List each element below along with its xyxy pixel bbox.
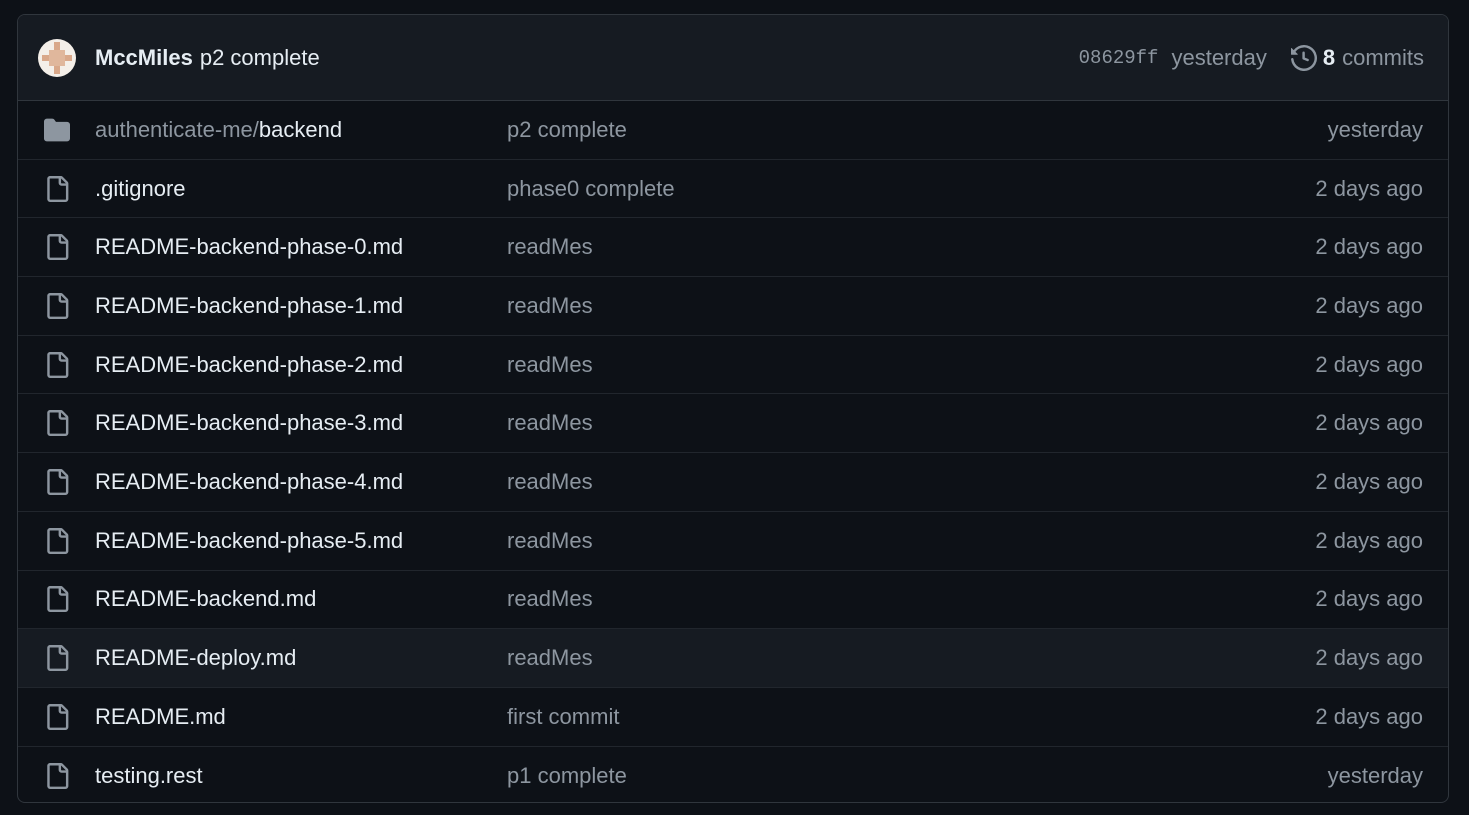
- file-name-link[interactable]: README.md: [95, 704, 507, 730]
- file-row[interactable]: .gitignore phase0 complete 2 days ago: [18, 160, 1448, 219]
- file-name: README-backend-phase-2.md: [95, 351, 404, 377]
- folder-name-link[interactable]: authenticate-me/backend: [95, 117, 507, 143]
- file-name-link[interactable]: README-deploy.md: [95, 645, 507, 671]
- commit-sha-link[interactable]: 08629ff: [1079, 47, 1159, 69]
- file-row[interactable]: README-backend-phase-5.md readMes 2 days a…: [18, 512, 1448, 571]
- file-row[interactable]: README-backend.md readMes 2 days ago: [18, 571, 1448, 630]
- file-name: README.md: [95, 703, 226, 729]
- file-commit-age: 2 days ago: [1315, 468, 1423, 494]
- file-icon: [44, 234, 70, 261]
- file-name: README-backend-phase-3.md: [95, 410, 404, 436]
- file-commit-message-link[interactable]: readMes: [507, 234, 593, 260]
- file-name: README-backend.md: [95, 586, 317, 612]
- file-icon: [44, 175, 70, 202]
- file-commit-age: yesterday: [1327, 762, 1423, 788]
- file-name: backend: [258, 116, 343, 142]
- file-icon: [44, 527, 70, 554]
- file-icon: [44, 410, 70, 437]
- file-list: authenticate-me/backend p2 complete yester…: [18, 101, 1448, 802]
- commit-message-link[interactable]: p2 complete: [200, 45, 320, 71]
- file-commit-message-link[interactable]: readMes: [507, 528, 593, 554]
- file-name-link[interactable]: README-backend-phase-4.md: [95, 469, 507, 495]
- file-name-link[interactable]: README-backend-phase-3.md: [95, 410, 507, 436]
- commit-author-link[interactable]: MccMiles: [95, 45, 193, 71]
- latest-commit-bar: MccMiles p2 complete 08629ff yesterday 8…: [18, 15, 1448, 101]
- file-commit-age: 2 days ago: [1315, 292, 1423, 318]
- file-row[interactable]: README-backend-phase-0.md readMes 2 days a…: [18, 218, 1448, 278]
- file-name: .gitignore: [95, 175, 186, 201]
- file-commit-age: 2 days ago: [1315, 527, 1423, 553]
- folder-path-prefix: authenticate-me/: [95, 116, 259, 142]
- file-commit-age: 2 days ago: [1315, 234, 1423, 260]
- file-commit-message-link[interactable]: readMes: [507, 293, 593, 319]
- file-commit-message-link[interactable]: readMes: [507, 469, 593, 495]
- file-commit-age: 2 days ago: [1315, 645, 1423, 671]
- file-commit-age: 2 days ago: [1315, 586, 1423, 612]
- file-row[interactable]: README.md first commit 2 days ago: [18, 688, 1448, 747]
- file-commit-message-link[interactable]: first commit: [507, 704, 619, 730]
- file-row[interactable]: README-backend-phase-1.md readMes 2 days a…: [18, 277, 1448, 336]
- file-commit-message-link[interactable]: phase0 complete: [507, 176, 675, 202]
- commit-time: yesterday: [1171, 44, 1267, 70]
- file-row[interactable]: testing.rest p1 complete yesterday: [18, 747, 1448, 802]
- file-name-link[interactable]: README-backend-phase-1.md: [95, 293, 507, 319]
- commit-count: 8: [1322, 44, 1336, 70]
- file-commit-age: 2 days ago: [1315, 703, 1423, 729]
- file-name-link[interactable]: testing.rest: [95, 763, 507, 789]
- file-row[interactable]: authenticate-me/backend p2 complete yester…: [18, 101, 1448, 160]
- file-browser: MccMiles p2 complete 08629ff yesterday 8…: [17, 14, 1449, 803]
- file-name-link[interactable]: .gitignore: [95, 176, 507, 202]
- file-row[interactable]: README-backend-phase-2.md readMes 2 days a…: [18, 336, 1448, 395]
- commit-history-link[interactable]: 8 commits: [1290, 44, 1424, 71]
- file-icon: [44, 703, 70, 730]
- file-icon: [44, 645, 70, 672]
- file-icon: [44, 351, 70, 378]
- file-commit-age: 2 days ago: [1315, 351, 1423, 377]
- file-name: testing.rest: [95, 762, 203, 788]
- file-name-link[interactable]: README-backend-phase-2.md: [95, 352, 507, 378]
- file-commit-age: yesterday: [1327, 116, 1423, 142]
- history-icon: [1290, 44, 1317, 71]
- file-name: README-backend-phase-0.md: [95, 234, 404, 260]
- file-name-link[interactable]: README-backend-phase-5.md: [95, 528, 507, 554]
- file-commit-message-link[interactable]: p2 complete: [507, 117, 627, 143]
- file-row[interactable]: README-backend-phase-3.md readMes 2 days a…: [18, 394, 1448, 454]
- file-name-link[interactable]: README-backend-phase-0.md: [95, 234, 507, 260]
- file-icon: [44, 468, 70, 495]
- commit-count-label: commits: [1342, 44, 1424, 70]
- file-row[interactable]: README-deploy.md readMes 2 days ago: [18, 629, 1448, 688]
- file-commit-message-link[interactable]: readMes: [507, 645, 593, 671]
- file-commit-message-link[interactable]: p1 complete: [507, 763, 627, 789]
- file-icon: [44, 586, 70, 613]
- file-row[interactable]: README-backend-phase-4.md readMes 2 days a…: [18, 453, 1448, 512]
- file-name-link[interactable]: README-backend.md: [95, 586, 507, 612]
- file-commit-age: 2 days ago: [1315, 410, 1423, 436]
- file-name: README-backend-phase-5.md: [95, 527, 404, 553]
- file-commit-message-link[interactable]: readMes: [507, 352, 593, 378]
- file-icon: [44, 292, 70, 319]
- file-name: README-backend-phase-1.md: [95, 292, 404, 318]
- file-name: README-deploy.md: [95, 645, 297, 671]
- file-commit-message-link[interactable]: readMes: [507, 410, 593, 436]
- file-commit-age: 2 days ago: [1315, 175, 1423, 201]
- author-avatar[interactable]: [38, 38, 76, 77]
- file-icon: [44, 762, 70, 789]
- folder-icon: [44, 117, 70, 143]
- file-name: README-backend-phase-4.md: [95, 468, 404, 494]
- file-commit-message-link[interactable]: readMes: [507, 586, 593, 612]
